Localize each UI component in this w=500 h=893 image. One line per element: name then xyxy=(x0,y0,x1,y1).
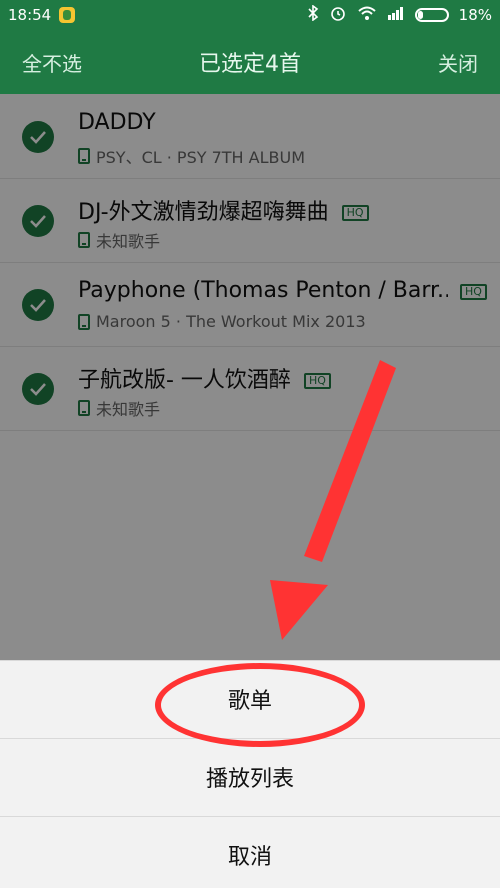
battery-percent: 18% xyxy=(458,6,492,24)
battery-icon xyxy=(414,8,449,22)
annotation-circle xyxy=(155,663,365,747)
alarm-icon xyxy=(329,5,347,25)
app-notification-icon xyxy=(59,7,76,23)
close-button[interactable]: 关闭 xyxy=(438,48,478,77)
signal-icon xyxy=(387,6,405,24)
selection-header: 全不选 已选定4首 关闭 xyxy=(0,30,500,94)
bluetooth-icon xyxy=(307,4,319,25)
wifi-icon xyxy=(357,5,377,25)
sheet-option-play-queue[interactable]: 播放列表 xyxy=(0,738,500,815)
modal-overlay[interactable] xyxy=(0,94,500,660)
battery-fill xyxy=(417,11,423,19)
status-time: 18:54 xyxy=(8,6,52,24)
sheet-cancel-button[interactable]: 取消 xyxy=(0,816,500,893)
page-title: 已选定4首 xyxy=(199,52,301,77)
status-icons: 18% xyxy=(307,0,492,30)
status-bar: 18:54 18% xyxy=(0,0,500,30)
